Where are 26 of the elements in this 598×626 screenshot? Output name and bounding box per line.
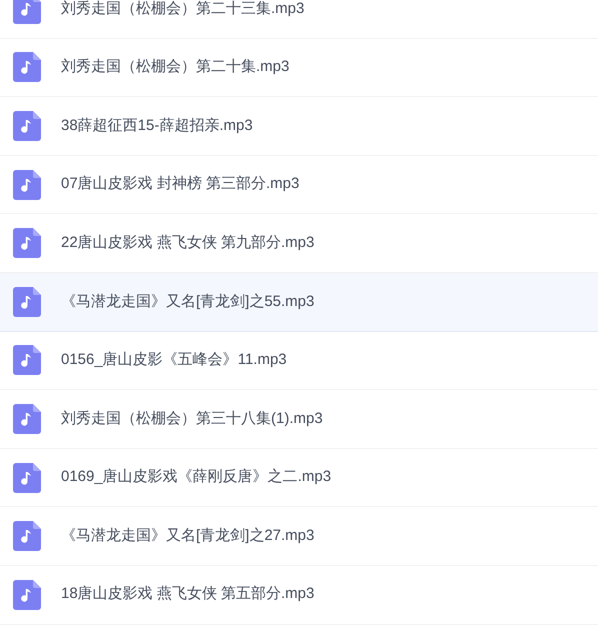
file-row[interactable]: 0156_唐山皮影《五峰会》11.mp3 xyxy=(0,332,598,390)
music-file-icon xyxy=(13,404,41,434)
file-name: 《马潜龙走国》又名[青龙剑]之27.mp3 xyxy=(61,526,314,546)
file-name: 38薛超征西15-薛超招亲.mp3 xyxy=(61,116,253,136)
file-name: 18唐山皮影戏 燕飞女侠 第五部分.mp3 xyxy=(61,584,314,604)
file-row[interactable]: 刘秀走国（松棚会）第二十三集.mp3 xyxy=(0,0,598,39)
file-row[interactable]: 《马潜龙走国》又名[青龙剑]之55.mp3 xyxy=(0,272,598,332)
file-name: 0156_唐山皮影《五峰会》11.mp3 xyxy=(61,350,287,370)
music-file-icon xyxy=(13,345,41,376)
music-file-icon xyxy=(13,521,41,552)
file-name: 0169_唐山皮影戏《薛刚反唐》之二.mp3 xyxy=(61,467,332,488)
music-file-icon xyxy=(13,170,41,200)
file-name: 刘秀走国（松棚会）第二十三集.mp3 xyxy=(61,0,304,19)
music-file-icon xyxy=(13,580,41,610)
file-name: 《马潜龙走国》又名[青龙剑]之55.mp3 xyxy=(61,292,314,312)
file-name: 刘秀走国（松棚会）第三十八集(1).mp3 xyxy=(61,408,323,429)
music-file-icon xyxy=(13,286,41,317)
file-name: 22唐山皮影戏 燕飞女侠 第九部分.mp3 xyxy=(61,232,314,253)
file-name: 刘秀走国（松棚会）第二十集.mp3 xyxy=(61,57,290,78)
file-name: 07唐山皮影戏 封神榜 第三部分.mp3 xyxy=(61,174,300,194)
music-file-icon xyxy=(13,228,41,258)
music-file-icon xyxy=(13,0,41,24)
music-file-icon xyxy=(13,52,41,82)
file-row[interactable]: 刘秀走国（松棚会）第二十集.mp3 xyxy=(0,38,598,98)
music-file-icon xyxy=(13,110,41,141)
music-file-icon xyxy=(13,462,41,493)
